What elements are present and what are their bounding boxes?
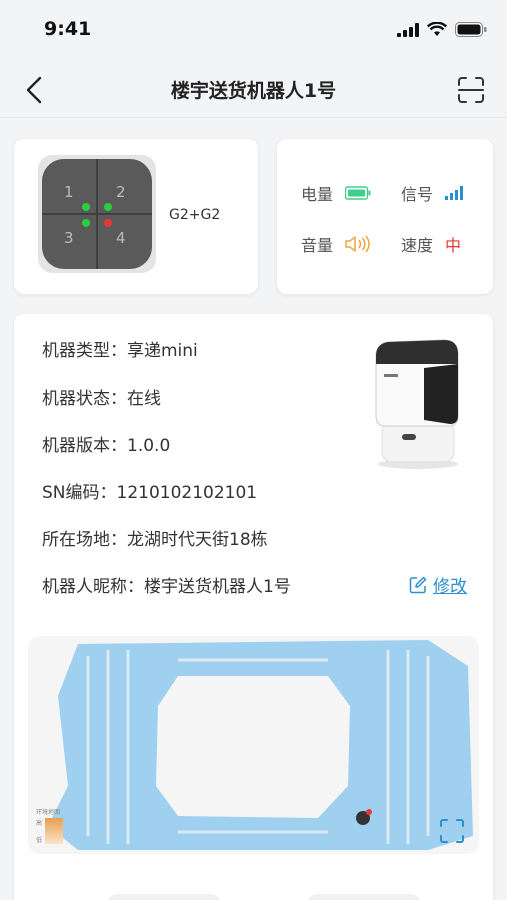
legend-low: 低 (36, 837, 43, 844)
edit-label: 修改 (433, 577, 467, 597)
speed-stat: 速度 中 (401, 232, 461, 256)
volume-stat: 音量 (301, 232, 371, 256)
battery-stat: 电量 (301, 181, 371, 205)
key-1[interactable]: 1 (64, 183, 74, 201)
keypad-graphic (38, 155, 156, 273)
edit-icon (409, 576, 427, 593)
status-icons (397, 22, 487, 37)
environment-map[interactable]: 环境地图 高 低 (28, 636, 479, 854)
keypad-card: 1 2 3 4 G2+G2 (14, 139, 258, 294)
robot-image (375, 339, 459, 469)
keypad-label: G2+G2 (169, 207, 221, 223)
info-card: 机器类型：享递mini 机器状态：在线 机器版本：1.0.0 SN编码：1210… (14, 314, 493, 900)
indicator-green (82, 219, 90, 227)
legend-high: 高 (36, 820, 43, 827)
edit-nickname-button[interactable]: 修改 (409, 572, 467, 597)
battery-label: 电量 (301, 185, 334, 204)
signal-stat: 信号 (401, 181, 465, 205)
status-time: 9:41 (44, 18, 92, 40)
status-card: 电量 信号 音量 速度 中 (277, 139, 493, 294)
indicator-green (104, 203, 112, 211)
keypad-panel: 1 2 3 4 (38, 155, 156, 273)
signal-label: 信号 (401, 185, 434, 204)
machine-state: 机器状态：在线 (42, 389, 161, 409)
bottom-button-right[interactable] (304, 894, 424, 900)
legend-title: 环境地图 (36, 809, 61, 816)
indicator-green (82, 203, 90, 211)
status-bar: 9:41 (0, 0, 507, 62)
sn-code: SN编码：1210102102101 (42, 483, 258, 503)
key-4[interactable]: 4 (116, 229, 126, 247)
speaker-icon (345, 235, 370, 253)
map-legend: 环境地图 高 低 (36, 807, 64, 844)
bottom-button-left[interactable] (104, 894, 224, 900)
speed-value: 中 (445, 236, 462, 255)
cellular-signal-icon (397, 22, 419, 37)
battery-level-icon (345, 186, 371, 200)
page-title: 楼宇送货机器人1号 (170, 80, 337, 102)
robot-nickname: 机器人昵称：楼宇送货机器人1号 (42, 577, 291, 597)
battery-icon (455, 22, 487, 37)
legend-gradient (45, 818, 64, 844)
indicator-red (104, 219, 112, 227)
fullscreen-icon (440, 819, 464, 843)
scan-button[interactable] (455, 74, 487, 106)
site-location: 所在场地：龙湖时代天街18栋 (42, 530, 268, 550)
map-drawing (48, 640, 473, 850)
speed-label: 速度 (401, 236, 434, 255)
scan-icon (458, 77, 484, 103)
nav-bar: 楼宇送货机器人1号 (0, 62, 507, 118)
volume-label: 音量 (301, 236, 334, 255)
key-2[interactable]: 2 (116, 183, 126, 201)
wifi-icon (427, 22, 447, 36)
machine-version: 机器版本：1.0.0 (42, 436, 171, 456)
machine-type: 机器类型：享递mini (42, 341, 198, 361)
signal-strength-icon (445, 186, 464, 200)
fullscreen-button[interactable] (439, 818, 465, 844)
key-3[interactable]: 3 (64, 229, 74, 247)
